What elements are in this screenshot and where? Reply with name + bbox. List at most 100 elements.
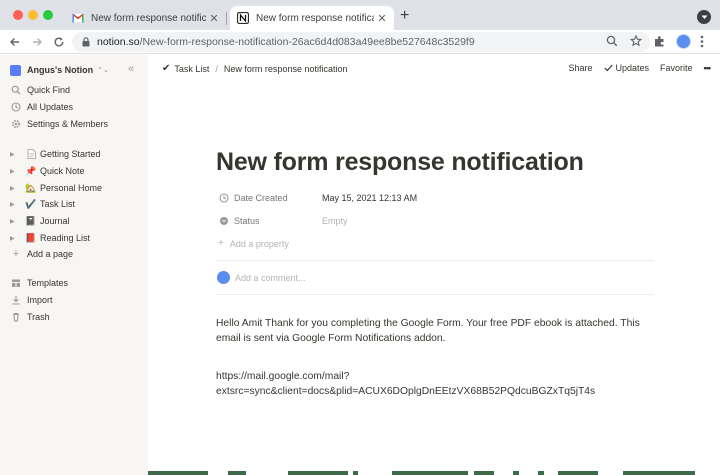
collapse-sidebar-icon[interactable]: « bbox=[128, 63, 134, 75]
sidebar-page-reading-list[interactable]: ▶ 📕 Reading List bbox=[10, 230, 142, 246]
decorative-bar bbox=[474, 471, 494, 475]
close-window-button[interactable] bbox=[13, 10, 23, 20]
property-status[interactable]: Status Empty bbox=[218, 214, 348, 228]
expand-arrow-icon[interactable]: ▶ bbox=[10, 168, 19, 175]
link-line: extsrc=sync&client=docs&plid=ACUX6DOplgD… bbox=[216, 386, 596, 397]
expand-arrow-icon[interactable]: ▶ bbox=[10, 235, 19, 242]
more-options-icon[interactable]: ••• bbox=[704, 63, 712, 73]
sidebar-item-label: Getting Started bbox=[40, 149, 101, 159]
property-date-created[interactable]: Date Created May 15, 2021 12:13 AM bbox=[218, 191, 417, 205]
gear-icon bbox=[10, 119, 22, 129]
reload-button[interactable] bbox=[51, 34, 67, 50]
property-name: Status bbox=[234, 216, 260, 226]
workspace-switcher[interactable]: Angus's Notion ⌃⌄ bbox=[10, 63, 109, 77]
property-value: May 15, 2021 12:13 AM bbox=[322, 193, 418, 203]
notion-icon bbox=[237, 12, 249, 24]
page-icon bbox=[25, 149, 37, 159]
sidebar-item-import[interactable]: Import bbox=[10, 292, 142, 308]
search-icon bbox=[10, 85, 22, 95]
gmail-icon bbox=[72, 12, 84, 24]
decorative-bar bbox=[288, 471, 348, 475]
link-line: https://mail.google.com/mail? bbox=[216, 371, 350, 382]
sidebar-page-quick-note[interactable]: ▶ 📌 Quick Note bbox=[10, 163, 142, 179]
page-body-paragraph[interactable]: Hello Amit Thank for you completing the … bbox=[216, 316, 656, 346]
url-path: /New-form-response-notification-26ac6d4d… bbox=[139, 36, 475, 48]
sidebar-item-settings[interactable]: Settings & Members bbox=[10, 116, 142, 132]
tab-search-button[interactable] bbox=[697, 10, 711, 24]
browser-tab-gmail[interactable]: New form response notificatio ✕ bbox=[66, 6, 226, 30]
updates-label: Updates bbox=[615, 63, 650, 73]
url-host: notion.so bbox=[97, 36, 140, 48]
maximize-window-button[interactable] bbox=[43, 10, 53, 20]
expand-arrow-icon[interactable]: ▶ bbox=[10, 185, 19, 192]
profile-avatar[interactable] bbox=[676, 34, 691, 49]
decorative-bar bbox=[558, 471, 598, 475]
sidebar-page-journal[interactable]: ▶ 📓 Journal bbox=[10, 213, 142, 229]
browser-tab-bar: New form response notificatio ✕ New form… bbox=[0, 0, 720, 30]
sidebar-page-getting-started[interactable]: ▶ Getting Started bbox=[10, 146, 142, 162]
sidebar-item-all-updates[interactable]: All Updates bbox=[10, 99, 142, 115]
bookmark-star-icon[interactable] bbox=[629, 34, 643, 50]
decorative-bar bbox=[148, 471, 208, 475]
sidebar-item-label: All Updates bbox=[27, 102, 74, 112]
new-tab-button[interactable]: + bbox=[400, 8, 409, 24]
comment-input[interactable]: Add a comment... bbox=[217, 271, 306, 284]
chevron-down-icon bbox=[701, 15, 707, 19]
add-property-button[interactable]: + Add a property bbox=[218, 238, 289, 249]
breadcrumb-task-list[interactable]: Task List bbox=[174, 64, 209, 74]
page-title[interactable]: New form response notification bbox=[216, 148, 584, 177]
extensions-icon[interactable] bbox=[653, 35, 666, 53]
checkmark-icon: ✔ bbox=[162, 63, 171, 74]
plus-icon: + bbox=[218, 238, 224, 249]
divider bbox=[216, 260, 654, 261]
forward-button[interactable] bbox=[29, 34, 45, 50]
updates-button[interactable]: Updates bbox=[603, 63, 650, 73]
decorative-bar bbox=[623, 471, 695, 475]
sidebar-item-label: Task List bbox=[40, 199, 76, 209]
sidebar-item-label: Templates bbox=[27, 278, 69, 288]
arrow-right-icon bbox=[33, 38, 42, 46]
page-topbar: ✔ Task List / New form response notifica… bbox=[148, 55, 720, 83]
workspace-name: Angus's Notion bbox=[27, 65, 94, 75]
zoom-icon[interactable] bbox=[606, 35, 618, 50]
house-icon: 🏡 bbox=[25, 182, 37, 193]
property-value[interactable]: Empty bbox=[322, 216, 348, 226]
arrow-left-icon bbox=[10, 38, 19, 46]
sidebar-item-trash[interactable]: Trash bbox=[10, 309, 142, 325]
minimize-window-button[interactable] bbox=[28, 10, 38, 20]
sidebar-item-templates[interactable]: Templates bbox=[10, 275, 142, 291]
status-icon bbox=[218, 216, 229, 227]
sidebar-page-task-list[interactable]: ▶ ✔️ Task List bbox=[10, 196, 142, 212]
sidebar-page-personal-home[interactable]: ▶ 🏡 Personal Home bbox=[10, 180, 142, 196]
expand-arrow-icon[interactable]: ▶ bbox=[10, 218, 19, 225]
close-tab-icon[interactable]: ✕ bbox=[206, 12, 222, 25]
expand-arrow-icon[interactable]: ▶ bbox=[10, 151, 19, 158]
page-body-link[interactable]: https://mail.google.com/mail? extsrc=syn… bbox=[216, 369, 656, 399]
decorative-bar bbox=[228, 471, 246, 475]
close-tab-icon[interactable]: ✕ bbox=[374, 12, 390, 25]
decorative-bar bbox=[392, 471, 468, 475]
browser-tab-notion[interactable]: New form response notification ✕ bbox=[230, 6, 394, 30]
breadcrumb-current-page[interactable]: New form response notification bbox=[224, 64, 348, 74]
book-icon: 📕 bbox=[25, 232, 37, 243]
back-button[interactable] bbox=[7, 34, 23, 50]
property-name: Date Created bbox=[234, 193, 288, 203]
favorite-button[interactable]: Favorite bbox=[660, 63, 693, 73]
pushpin-icon: 📌 bbox=[25, 165, 37, 176]
sidebar-item-quick-find[interactable]: Quick Find bbox=[10, 82, 142, 98]
sidebar-item-label: Import bbox=[27, 295, 53, 305]
comment-placeholder: Add a comment... bbox=[235, 272, 306, 283]
import-icon bbox=[10, 295, 22, 305]
sidebar-item-label: Reading List bbox=[40, 233, 91, 243]
checkmark-icon bbox=[603, 64, 613, 72]
tab-title: New form response notification bbox=[256, 12, 374, 24]
expand-arrow-icon[interactable]: ▶ bbox=[10, 201, 19, 208]
sidebar-item-label: Quick Find bbox=[27, 85, 71, 95]
add-page-button[interactable]: + Add a page bbox=[10, 246, 142, 262]
sidebar-item-label: Personal Home bbox=[40, 183, 103, 193]
sidebar: Angus's Notion ⌃⌄ « Quick Find All Updat… bbox=[0, 55, 148, 475]
url-field[interactable]: notion.so/New-form-response-notification… bbox=[72, 32, 650, 52]
browser-menu-icon[interactable] bbox=[700, 35, 704, 53]
share-button[interactable]: Share bbox=[568, 63, 592, 73]
trash-icon bbox=[10, 312, 22, 322]
